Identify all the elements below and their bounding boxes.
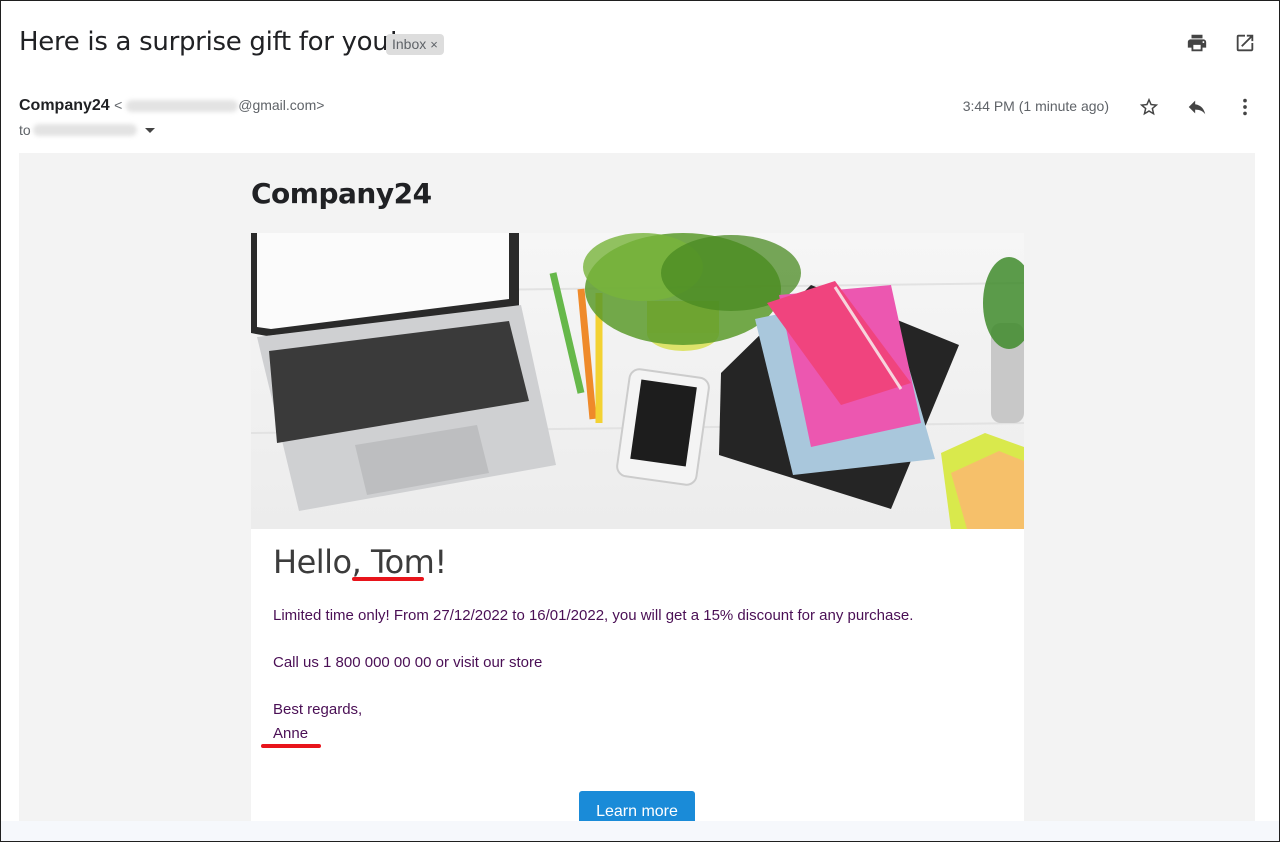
- sender-name[interactable]: Company24: [19, 97, 110, 114]
- email-content: Company24 Hello, Tom! Limited time only!…: [19, 153, 1255, 821]
- message-actions: [1137, 95, 1257, 119]
- received-time: 3:44 PM (1 minute ago): [962, 98, 1109, 114]
- signature-underline: [261, 744, 321, 748]
- name-underline: [352, 577, 424, 581]
- remove-label-icon[interactable]: ×: [430, 34, 438, 55]
- contact-text: Call us 1 800 000 00 00 or visit our sto…: [273, 654, 543, 671]
- show-details-icon[interactable]: [144, 127, 155, 133]
- email-window: Here is a surprise gift for you! Inbox ×…: [0, 0, 1280, 842]
- hero-image: [251, 233, 1024, 529]
- recipient-line: to: [19, 122, 155, 138]
- email-subject: Here is a surprise gift for you!: [19, 27, 399, 57]
- reply-icon[interactable]: [1185, 95, 1209, 119]
- redacted-email: [126, 100, 239, 113]
- open-in-new-window-icon[interactable]: [1233, 31, 1257, 55]
- to-label: to: [19, 122, 31, 138]
- sender-email[interactable]: < @gmail.com>: [114, 97, 324, 113]
- more-vertical-icon[interactable]: [1233, 95, 1257, 119]
- star-icon[interactable]: [1137, 95, 1161, 119]
- promo-text: Limited time only! From 27/12/2022 to 16…: [273, 607, 914, 624]
- header-actions: [1185, 31, 1257, 55]
- inbox-label[interactable]: Inbox ×: [386, 34, 444, 55]
- learn-more-button[interactable]: Learn more: [579, 791, 695, 821]
- company-brand: Company24: [251, 177, 432, 210]
- greeting: Hello, Tom!: [273, 543, 447, 581]
- sender-line: Company24 < @gmail.com>: [19, 97, 324, 115]
- closing-text: Best regards,: [273, 701, 363, 718]
- signature-text: Anne: [273, 725, 309, 742]
- redacted-recipient: [32, 124, 137, 136]
- inbox-label-text: Inbox: [392, 36, 427, 52]
- print-icon[interactable]: [1185, 31, 1209, 55]
- newsletter-card: Hello, Tom! Limited time only! From 27/1…: [251, 233, 1024, 821]
- bottom-bar: [1, 821, 1279, 841]
